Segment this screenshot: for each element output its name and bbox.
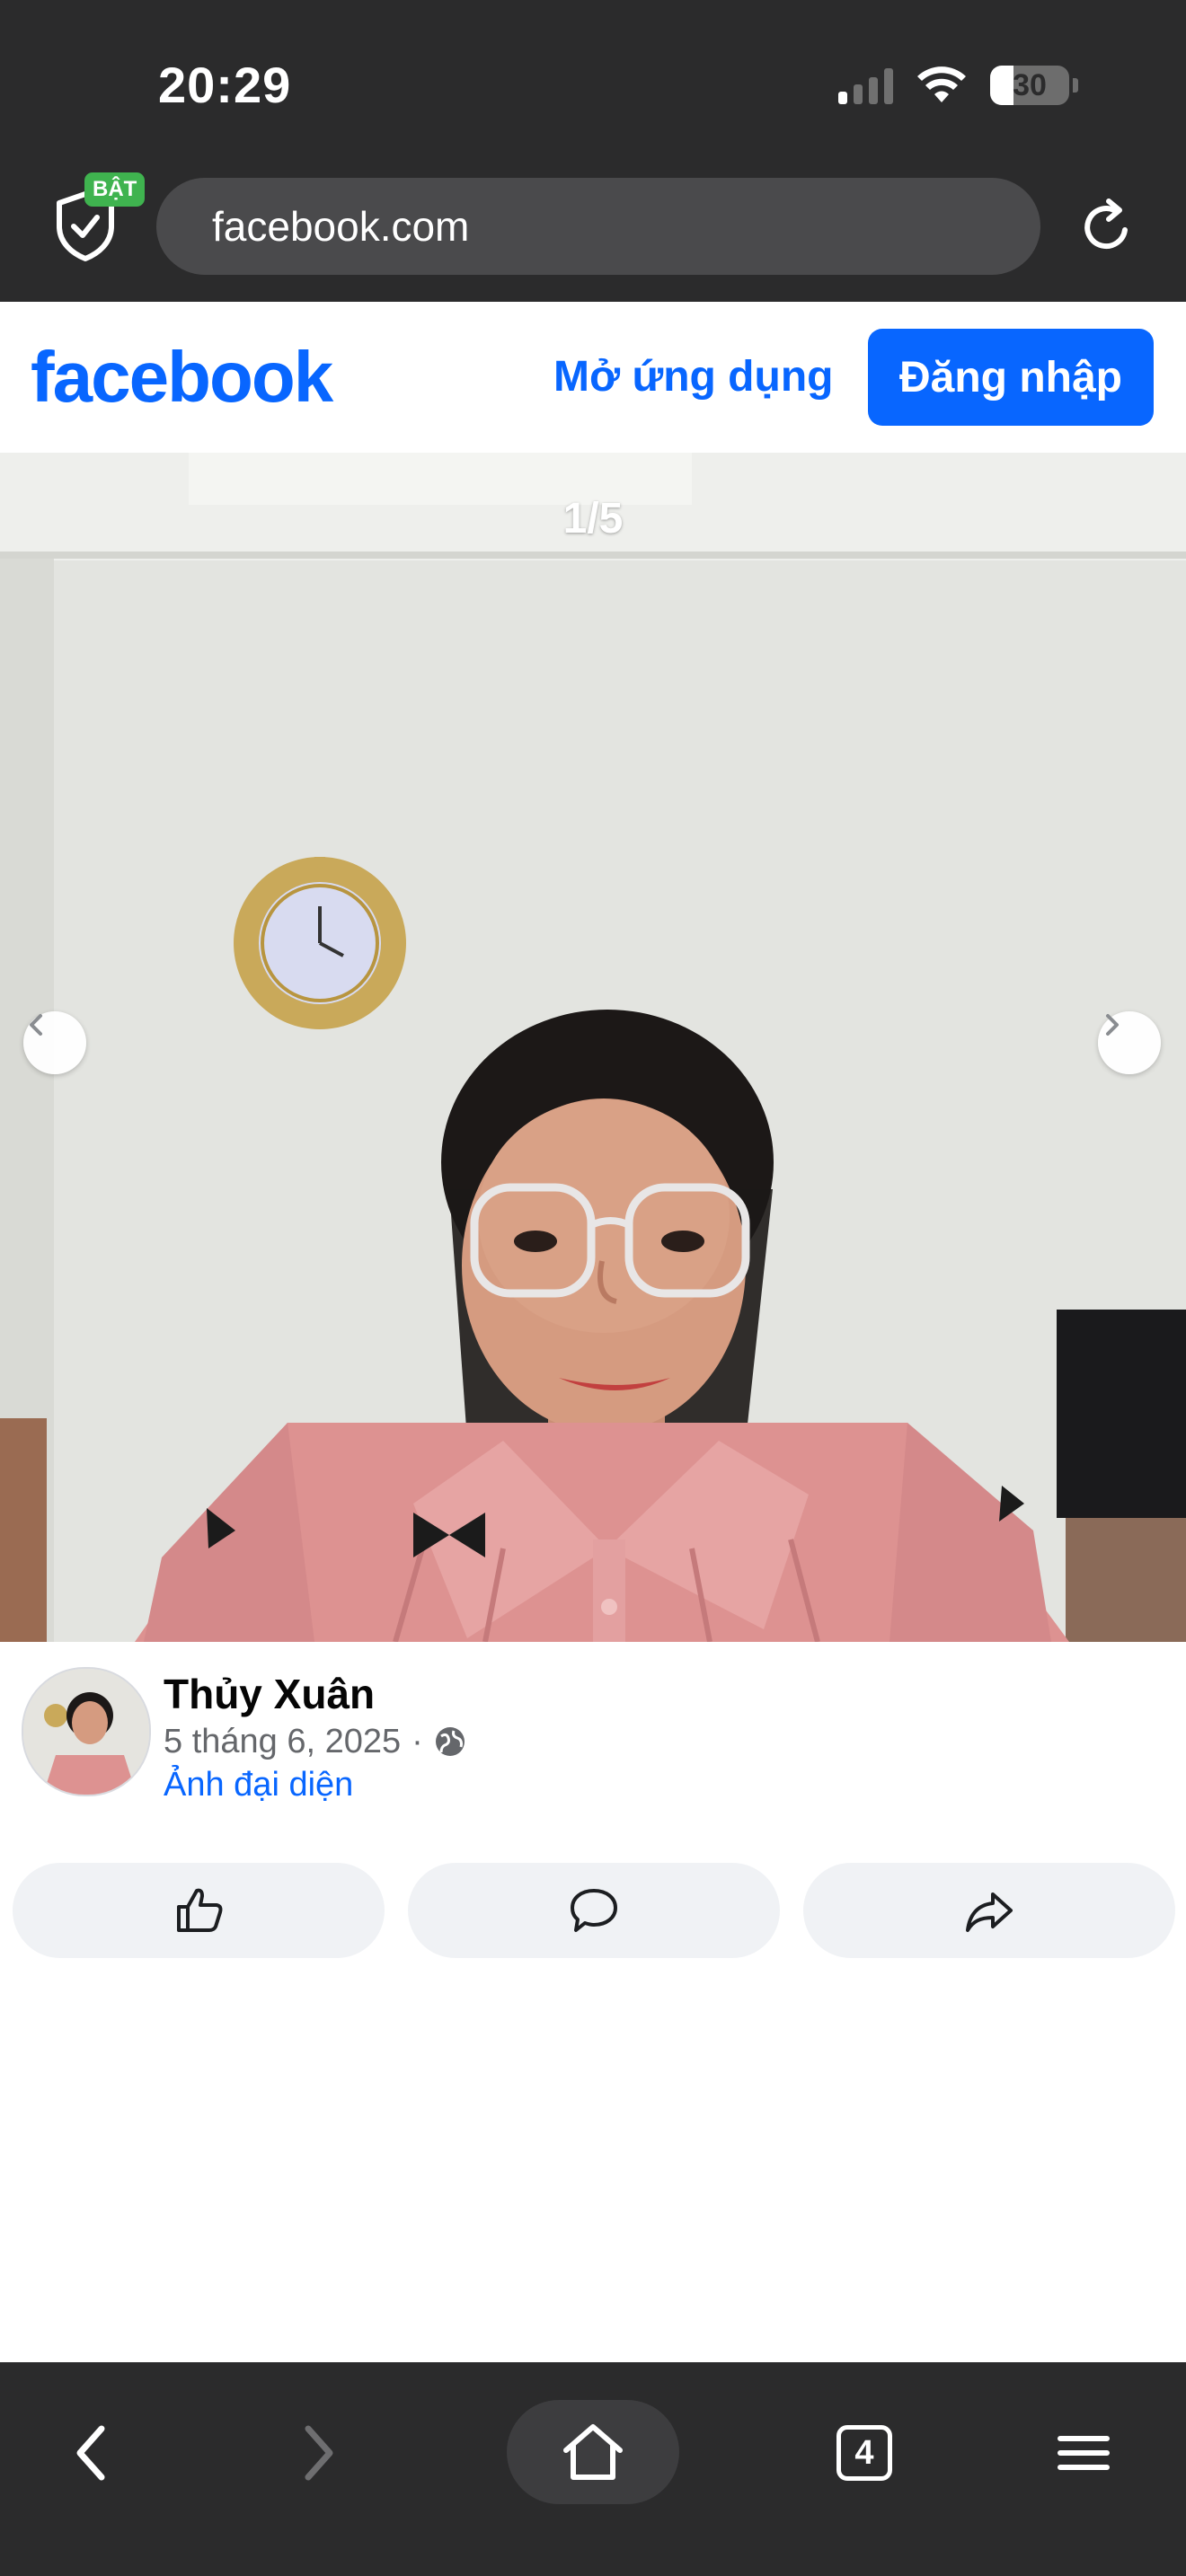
back-button[interactable] xyxy=(54,2413,129,2493)
globe-icon xyxy=(435,1727,465,1756)
facebook-header: facebook Mở ứng dụng Đăng nhập xyxy=(0,302,1186,454)
forward-icon xyxy=(305,2425,333,2481)
post-date[interactable]: 5 tháng 6, 2025 xyxy=(164,1719,401,1764)
browser-bottom-toolbar: 4 xyxy=(0,2362,1186,2576)
status-icons: 30 xyxy=(838,63,1078,108)
battery-level: 30 xyxy=(1013,68,1047,102)
like-button[interactable] xyxy=(13,1863,385,1958)
avatar-image xyxy=(23,1669,149,1795)
share-button[interactable] xyxy=(803,1863,1175,1958)
menu-button[interactable] xyxy=(1042,2413,1125,2493)
address-bar[interactable]: facebook.com xyxy=(156,178,1040,275)
security-status-badge: BẬT xyxy=(84,172,146,207)
cellular-signal-icon xyxy=(838,66,893,104)
home-icon xyxy=(563,2424,623,2480)
photo-counter: 1/5 xyxy=(562,495,624,543)
album-link[interactable]: Ảnh đại diện xyxy=(164,1762,353,1807)
facebook-logo[interactable]: facebook xyxy=(31,332,333,422)
status-time: 20:29 xyxy=(158,57,292,113)
thumbs-up-icon xyxy=(177,1888,223,1932)
open-app-button[interactable]: Mở ứng dụng xyxy=(553,347,833,408)
meta-separator: · xyxy=(412,1723,423,1760)
chevron-right-icon xyxy=(1106,1014,1119,1036)
avatar[interactable] xyxy=(22,1667,151,1796)
share-icon xyxy=(966,1892,1013,1932)
profile-photo xyxy=(0,453,1186,1642)
reload-icon xyxy=(1084,198,1128,250)
tabs-button[interactable]: 4 xyxy=(823,2413,906,2493)
browser-top-chrome: 20:29 30 BẬT facebook.com xyxy=(0,0,1186,302)
comment-button[interactable] xyxy=(408,1863,780,1958)
login-button[interactable]: Đăng nhập xyxy=(868,329,1154,426)
home-button[interactable] xyxy=(507,2400,679,2504)
wifi-icon xyxy=(917,66,966,102)
comment-icon xyxy=(571,1889,617,1932)
security-shield-button[interactable]: BẬT xyxy=(54,172,146,266)
reload-button[interactable] xyxy=(1075,194,1139,259)
tabs-icon: 4 xyxy=(836,2425,892,2481)
back-icon xyxy=(76,2425,105,2481)
url-text: facebook.com xyxy=(212,203,470,250)
chevron-left-icon xyxy=(30,1014,42,1036)
forward-button[interactable] xyxy=(280,2413,356,2493)
post-actions xyxy=(13,1863,1175,1958)
post-meta: 5 tháng 6, 2025 · xyxy=(164,1719,466,1764)
photo-viewer[interactable]: 1/5 xyxy=(0,453,1186,1642)
next-photo-button[interactable] xyxy=(1098,1011,1161,1074)
previous-photo-button[interactable] xyxy=(23,1011,86,1074)
battery-icon: 30 xyxy=(990,66,1069,105)
menu-icon xyxy=(1058,2436,1110,2470)
post-author-name[interactable]: Thủy Xuân xyxy=(164,1667,375,1721)
